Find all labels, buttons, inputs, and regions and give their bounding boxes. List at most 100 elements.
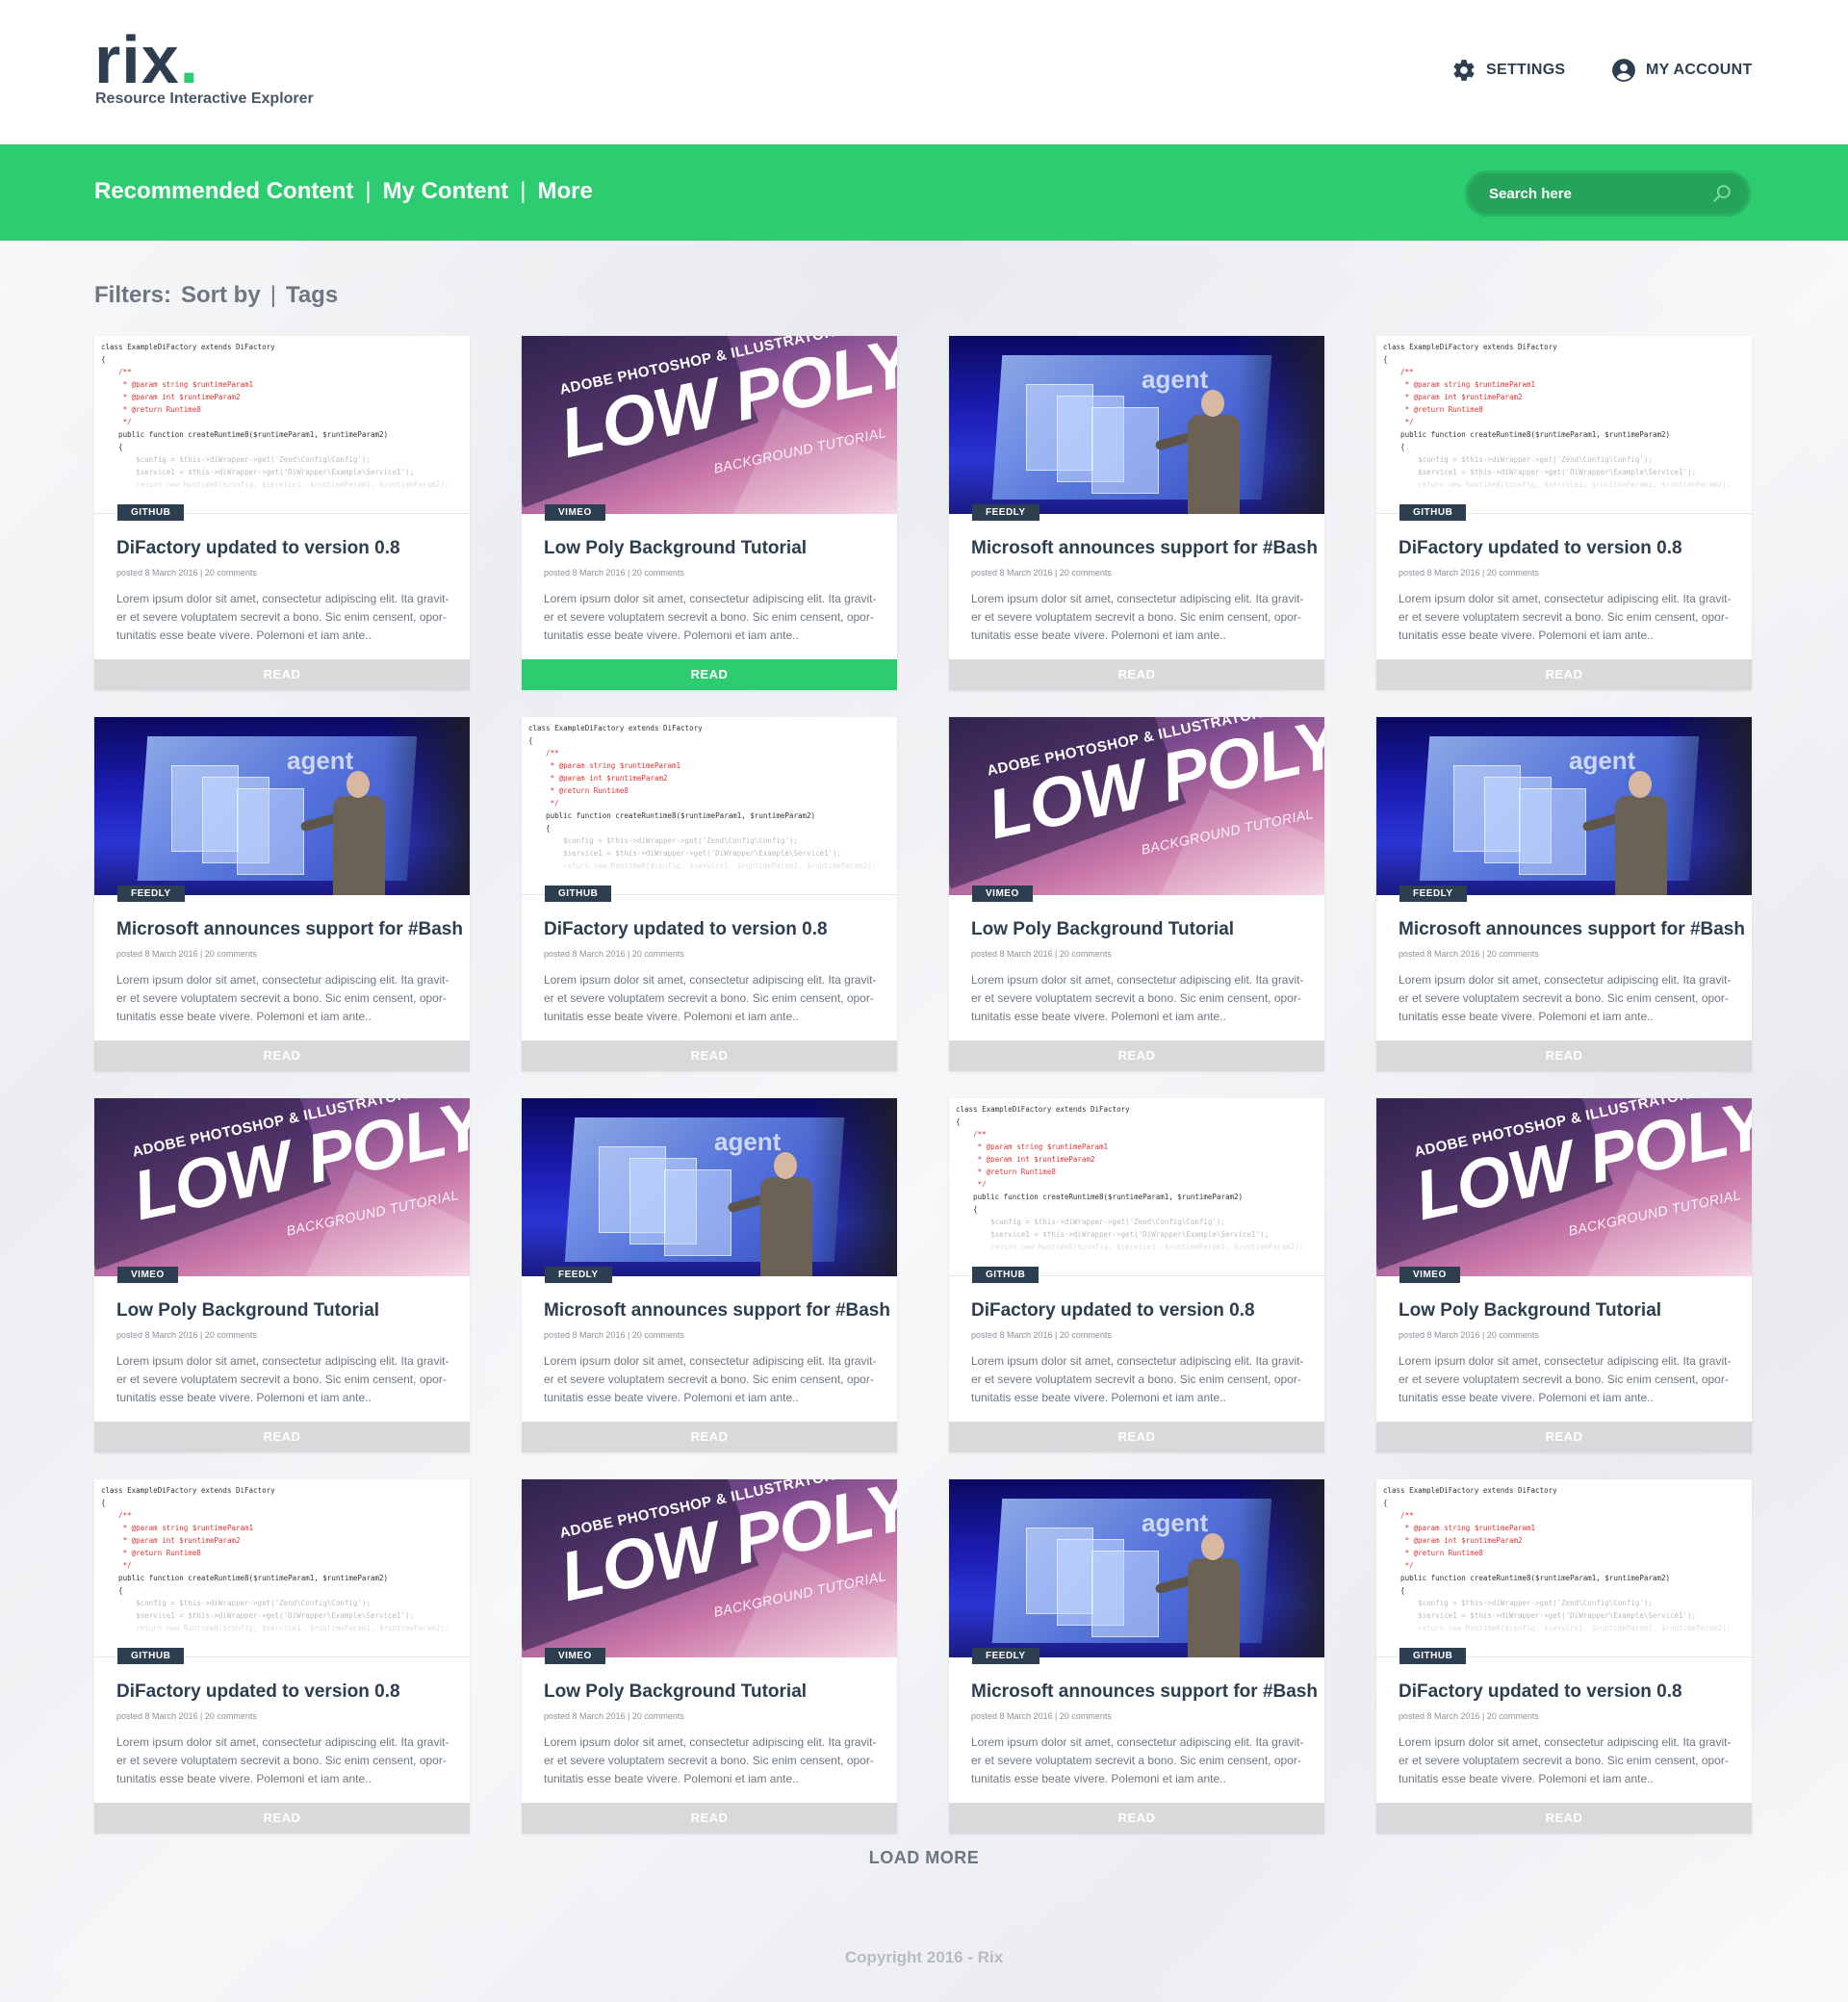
low-poly-thumbnail[interactable]: ADOBE PHOTOSHOP & ILLUSTRATOR LOW POLY BAC… <box>522 1479 897 1657</box>
read-button[interactable]: READ <box>94 1040 470 1071</box>
card-title[interactable]: Low Poly Background Tutorial <box>544 1681 881 1703</box>
content-card[interactable]: class ExampleDiFactory extends DiFactory… <box>1376 336 1752 690</box>
content-card[interactable]: ADOBE PHOTOSHOP & ILLUSTRATOR LOW POLY BAC… <box>94 1098 470 1452</box>
read-button[interactable]: READ <box>1376 1803 1752 1834</box>
card-title[interactable]: Microsoft announces support for #Bash <box>116 919 463 940</box>
settings-link[interactable]: SETTINGS <box>1451 58 1565 83</box>
card-excerpt: Lorem ipsum dolor sit amet, consectetur … <box>1399 1354 1732 1404</box>
card-title[interactable]: DiFactory updated to version 0.8 <box>116 538 453 559</box>
content-card[interactable]: ADOBE PHOTOSHOP & ILLUSTRATOR LOW POLY BAC… <box>522 336 897 690</box>
keynote-photo-thumbnail[interactable]: agent <box>949 336 1324 514</box>
my-account-link[interactable]: MY ACCOUNT <box>1611 58 1753 83</box>
keynote-photo-thumbnail[interactable]: agent <box>94 717 470 895</box>
source-badge: GITHUB <box>117 1648 185 1664</box>
card-title[interactable]: Microsoft announces support for #Bash <box>971 1681 1318 1703</box>
card-meta: posted 8 March 2016 | 20 comments <box>116 568 257 578</box>
card-title[interactable]: Low Poly Background Tutorial <box>1399 1300 1735 1322</box>
user-circle-icon <box>1611 58 1636 83</box>
search-icon[interactable] <box>1711 183 1732 209</box>
read-button[interactable]: READ <box>949 1422 1324 1452</box>
content-card[interactable]: class ExampleDiFactory extends DiFactory… <box>522 717 897 1071</box>
keynote-photo-thumbnail[interactable]: agent <box>522 1098 897 1276</box>
read-button[interactable]: READ <box>94 1422 470 1452</box>
low-poly-thumbnail[interactable]: ADOBE PHOTOSHOP & ILLUSTRATOR LOW POLY BAC… <box>1376 1098 1752 1276</box>
gear-icon <box>1451 58 1476 83</box>
logo[interactable]: rix. Resource Interactive Explorer <box>94 21 314 107</box>
low-poly-thumbnail[interactable]: ADOBE PHOTOSHOP & ILLUSTRATOR LOW POLY BAC… <box>522 336 897 514</box>
code-thumbnail[interactable]: class ExampleDiFactory extends DiFactory… <box>522 717 897 895</box>
read-button[interactable]: READ <box>949 1040 1324 1071</box>
content-card[interactable]: class ExampleDiFactory extends DiFactory… <box>949 1098 1324 1452</box>
card-title[interactable]: DiFactory updated to version 0.8 <box>971 1300 1308 1322</box>
content-card[interactable]: agent FEEDLY Microsoft announces support f… <box>949 336 1324 690</box>
card-title[interactable]: DiFactory updated to version 0.8 <box>1399 538 1735 559</box>
content-card[interactable]: agent FEEDLY Microsoft announces support f… <box>1376 717 1752 1071</box>
read-button[interactable]: READ <box>949 1803 1324 1834</box>
read-button[interactable]: READ <box>1376 1040 1752 1071</box>
card-excerpt: Lorem ipsum dolor sit amet, consectetur … <box>1399 973 1732 1023</box>
read-button[interactable]: READ <box>94 1803 470 1834</box>
read-button[interactable]: READ <box>1376 1422 1752 1452</box>
content-card[interactable]: ADOBE PHOTOSHOP & ILLUSTRATOR LOW POLY BAC… <box>1376 1098 1752 1452</box>
read-button[interactable]: READ <box>1376 659 1752 690</box>
card-title[interactable]: Low Poly Background Tutorial <box>971 919 1308 940</box>
card-title[interactable]: Microsoft announces support for #Bash <box>971 538 1318 559</box>
keynote-photo-thumbnail[interactable]: agent <box>1376 717 1752 895</box>
source-badge: VIMEO <box>1399 1267 1460 1283</box>
filter-tags[interactable]: Tags <box>286 282 338 309</box>
nav-more[interactable]: More <box>537 178 592 205</box>
search-input[interactable] <box>1489 182 1701 205</box>
read-button[interactable]: READ <box>94 659 470 690</box>
screen-text: agent <box>1142 1508 1209 1537</box>
low-poly-thumbnail[interactable]: ADOBE PHOTOSHOP & ILLUSTRATOR LOW POLY BAC… <box>949 717 1324 895</box>
card-meta: posted 8 March 2016 | 20 comments <box>544 568 684 578</box>
content-card[interactable]: agent FEEDLY Microsoft announces support f… <box>94 717 470 1071</box>
presenter-head <box>774 1152 797 1179</box>
content-card[interactable]: class ExampleDiFactory extends DiFactory… <box>94 1479 470 1834</box>
card-excerpt: Lorem ipsum dolor sit amet, consectetur … <box>544 1735 877 1785</box>
content-card[interactable]: ADOBE PHOTOSHOP & ILLUSTRATOR LOW POLY BAC… <box>522 1479 897 1834</box>
card-title[interactable]: DiFactory updated to version 0.8 <box>1399 1681 1735 1703</box>
content-card[interactable]: ADOBE PHOTOSHOP & ILLUSTRATOR LOW POLY BAC… <box>949 717 1324 1071</box>
card-meta: posted 8 March 2016 | 20 comments <box>116 1330 257 1340</box>
card-excerpt: Lorem ipsum dolor sit amet, consectetur … <box>116 1354 449 1404</box>
keynote-photo-thumbnail[interactable]: agent <box>949 1479 1324 1657</box>
screen-panel <box>664 1169 732 1256</box>
content-card[interactable]: class ExampleDiFactory extends DiFactory… <box>1376 1479 1752 1834</box>
card-title[interactable]: Low Poly Background Tutorial <box>116 1300 453 1322</box>
card-title[interactable]: Low Poly Background Tutorial <box>544 538 881 559</box>
read-button[interactable]: READ <box>522 1422 897 1452</box>
card-title[interactable]: Microsoft announces support for #Bash <box>1399 919 1745 940</box>
card-title[interactable]: DiFactory updated to version 0.8 <box>544 919 881 940</box>
filter-separator: | <box>270 282 276 308</box>
content-card[interactable]: agent FEEDLY Microsoft announces support f… <box>949 1479 1324 1834</box>
read-button[interactable]: READ <box>522 1803 897 1834</box>
read-button[interactable]: READ <box>522 659 897 690</box>
nav-separator: | <box>365 178 372 204</box>
filter-sort-by[interactable]: Sort by <box>181 282 261 309</box>
low-poly-thumbnail[interactable]: ADOBE PHOTOSHOP & ILLUSTRATOR LOW POLY BAC… <box>94 1098 470 1276</box>
code-thumbnail[interactable]: class ExampleDiFactory extends DiFactory… <box>94 1479 470 1657</box>
code-thumbnail[interactable]: class ExampleDiFactory extends DiFactory… <box>949 1098 1324 1276</box>
read-button[interactable]: READ <box>522 1040 897 1071</box>
code-thumbnail[interactable]: class ExampleDiFactory extends DiFactory… <box>94 336 470 514</box>
nav-my-content[interactable]: My Content <box>383 178 509 205</box>
code-snippet: class ExampleDiFactory extends DiFactory… <box>101 1486 449 1632</box>
card-title[interactable]: DiFactory updated to version 0.8 <box>116 1681 453 1703</box>
photo-shadow <box>810 1098 897 1276</box>
presenter-head <box>1629 771 1652 798</box>
card-title[interactable]: Microsoft announces support for #Bash <box>544 1300 890 1322</box>
code-thumbnail[interactable]: class ExampleDiFactory extends DiFactory… <box>1376 1479 1752 1657</box>
card-excerpt: Lorem ipsum dolor sit amet, consectetur … <box>116 1735 449 1785</box>
card-meta: posted 8 March 2016 | 20 comments <box>116 1711 257 1721</box>
nav-recommended-content[interactable]: Recommended Content <box>94 178 353 205</box>
content-card[interactable]: agent FEEDLY Microsoft announces support f… <box>522 1098 897 1452</box>
load-more-button[interactable]: LOAD MORE <box>869 1848 980 1867</box>
content-card[interactable]: class ExampleDiFactory extends DiFactory… <box>94 336 470 690</box>
screen-text: agent <box>1569 746 1636 775</box>
source-badge: FEEDLY <box>545 1267 612 1283</box>
code-thumbnail[interactable]: class ExampleDiFactory extends DiFactory… <box>1376 336 1752 514</box>
card-excerpt: Lorem ipsum dolor sit amet, consectetur … <box>116 592 449 642</box>
footer-copyright: Copyright 2016 - Rix <box>844 1948 1004 1966</box>
read-button[interactable]: READ <box>949 659 1324 690</box>
